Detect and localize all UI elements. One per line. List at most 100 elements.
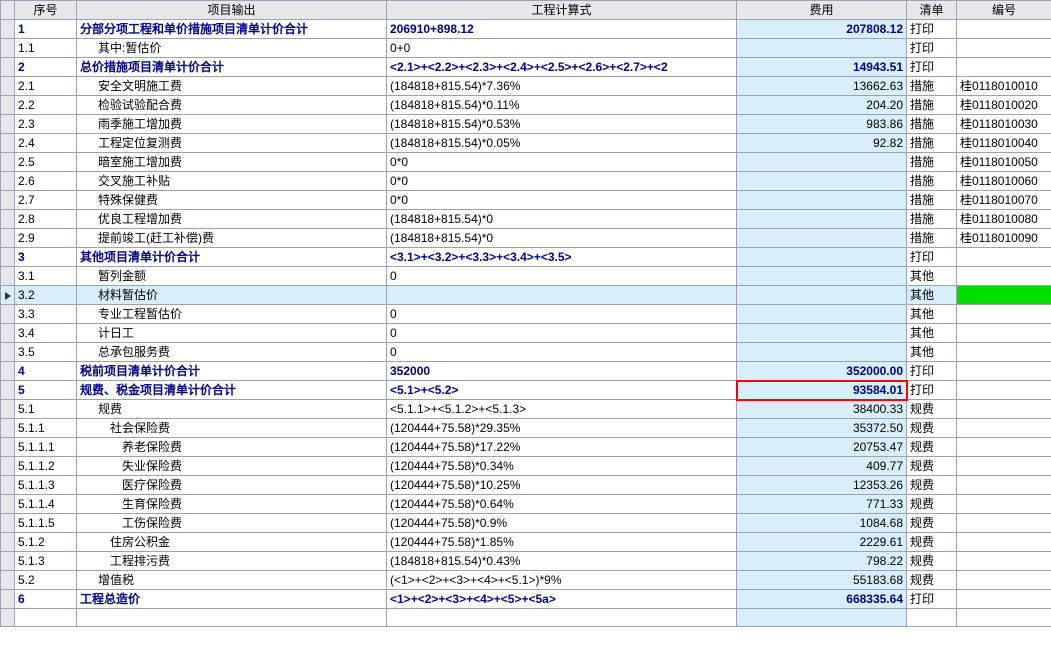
table-row[interactable]: 3.3专业工程暂估价0其他 <box>1 305 1051 324</box>
cell-expr[interactable]: (120444+75.58)*0.9% <box>387 514 737 533</box>
cell-fee[interactable]: 352000.00 <box>737 362 907 381</box>
cell-bill[interactable]: 措施 <box>907 229 957 248</box>
cell-code[interactable] <box>957 305 1051 324</box>
cell-bill[interactable]: 打印 <box>907 20 957 39</box>
cell-bill[interactable]: 规费 <box>907 495 957 514</box>
cell-bill[interactable]: 打印 <box>907 590 957 609</box>
cell-fee[interactable] <box>737 191 907 210</box>
cell-expr[interactable]: (184818+815.54)*7.36% <box>387 77 737 96</box>
table-row[interactable]: 5.1.1.4生育保险费(120444+75.58)*0.64%771.33规费 <box>1 495 1051 514</box>
cell-output[interactable]: 计日工 <box>77 324 387 343</box>
cell-output[interactable]: 医疗保险费 <box>77 476 387 495</box>
cell-output[interactable]: 工程总造价 <box>77 590 387 609</box>
cell-seq[interactable]: 2.3 <box>15 115 77 134</box>
cell-output[interactable]: 总价措施项目清单计价合计 <box>77 58 387 77</box>
cell-expr[interactable]: (184818+815.54)*0.05% <box>387 134 737 153</box>
row-gutter[interactable] <box>1 58 15 77</box>
cell-bill[interactable]: 规费 <box>907 514 957 533</box>
cell-seq[interactable]: 3 <box>15 248 77 267</box>
cell-seq[interactable]: 2.9 <box>15 229 77 248</box>
cell-seq[interactable]: 2.7 <box>15 191 77 210</box>
cell-expr[interactable]: (120444+75.58)*10.25% <box>387 476 737 495</box>
row-gutter[interactable] <box>1 381 15 400</box>
cell-bill[interactable]: 规费 <box>907 571 957 590</box>
cell-fee[interactable]: 1084.68 <box>737 514 907 533</box>
row-gutter[interactable] <box>1 191 15 210</box>
cell-expr[interactable]: 0*0 <box>387 172 737 191</box>
cell-code[interactable] <box>957 381 1051 400</box>
cell-bill[interactable]: 规费 <box>907 476 957 495</box>
row-gutter[interactable] <box>1 305 15 324</box>
cell-output[interactable]: 分部分项工程和单价措施项目清单计价合计 <box>77 20 387 39</box>
cell-output[interactable]: 工程定位复测费 <box>77 134 387 153</box>
cell-expr[interactable]: 0+0 <box>387 39 737 58</box>
cell-seq[interactable]: 2 <box>15 58 77 77</box>
cell-fee[interactable]: 2229.61 <box>737 533 907 552</box>
row-gutter[interactable] <box>1 495 15 514</box>
table-row[interactable]: 5.1.1社会保险费(120444+75.58)*29.35%35372.50规… <box>1 419 1051 438</box>
row-gutter[interactable] <box>1 77 15 96</box>
cell-fee[interactable]: 55183.68 <box>737 571 907 590</box>
cell-output[interactable]: 规费 <box>77 400 387 419</box>
cell-code[interactable] <box>957 248 1051 267</box>
table-row[interactable]: 3.5总承包服务费0其他 <box>1 343 1051 362</box>
table-row[interactable]: 4税前项目清单计价合计352000352000.00打印 <box>1 362 1051 381</box>
row-gutter[interactable] <box>1 153 15 172</box>
cell-seq[interactable]: 3.4 <box>15 324 77 343</box>
cell-code[interactable] <box>957 343 1051 362</box>
cell-output[interactable]: 雨季施工增加费 <box>77 115 387 134</box>
cell-expr[interactable]: (120444+75.58)*17.22% <box>387 438 737 457</box>
table-row[interactable]: 2总价措施项目清单计价合计<2.1>+<2.2>+<2.3>+<2.4>+<2.… <box>1 58 1051 77</box>
cell-expr[interactable]: (184818+815.54)*0.11% <box>387 96 737 115</box>
row-gutter[interactable] <box>1 514 15 533</box>
cell-bill[interactable]: 其他 <box>907 267 957 286</box>
table-row[interactable]: 2.4工程定位复测费(184818+815.54)*0.05%92.82措施桂0… <box>1 134 1051 153</box>
cell-expr[interactable]: 0*0 <box>387 191 737 210</box>
cell-output[interactable]: 交叉施工补贴 <box>77 172 387 191</box>
row-gutter[interactable] <box>1 20 15 39</box>
cell-output[interactable]: 总承包服务费 <box>77 343 387 362</box>
cell-code[interactable] <box>957 552 1051 571</box>
table-row[interactable]: 3.4计日工0其他 <box>1 324 1051 343</box>
cell-expr[interactable] <box>387 609 737 627</box>
cell-output[interactable]: 社会保险费 <box>77 419 387 438</box>
header-bill[interactable]: 清单 <box>907 1 957 20</box>
cell-seq[interactable]: 3.3 <box>15 305 77 324</box>
table-row[interactable]: 5.1.1.5工伤保险费(120444+75.58)*0.9%1084.68规费 <box>1 514 1051 533</box>
row-gutter[interactable] <box>1 286 15 305</box>
cell-code[interactable] <box>957 58 1051 77</box>
cell-fee[interactable] <box>737 210 907 229</box>
cell-code[interactable] <box>957 609 1051 627</box>
cell-expr[interactable] <box>387 286 737 305</box>
cell-expr[interactable]: <5.1.1>+<5.1.2>+<5.1.3> <box>387 400 737 419</box>
cell-fee[interactable]: 12353.26 <box>737 476 907 495</box>
row-gutter[interactable] <box>1 172 15 191</box>
table-row[interactable]: 2.9提前竣工(赶工补偿)费(184818+815.54)*0措施桂011801… <box>1 229 1051 248</box>
cell-fee[interactable]: 204.20 <box>737 96 907 115</box>
cell-bill[interactable]: 措施 <box>907 134 957 153</box>
cell-output[interactable]: 安全文明施工费 <box>77 77 387 96</box>
table-row[interactable]: 2.8优良工程增加费(184818+815.54)*0措施桂0118010080 <box>1 210 1051 229</box>
row-gutter[interactable] <box>1 134 15 153</box>
cell-bill[interactable]: 规费 <box>907 552 957 571</box>
cell-bill[interactable]: 规费 <box>907 533 957 552</box>
cell-expr[interactable]: 0 <box>387 267 737 286</box>
row-gutter[interactable] <box>1 400 15 419</box>
cell-bill[interactable]: 打印 <box>907 381 957 400</box>
row-gutter[interactable] <box>1 343 15 362</box>
header-fee[interactable]: 费用 <box>737 1 907 20</box>
cell-expr[interactable]: (184818+815.54)*0.53% <box>387 115 737 134</box>
cell-bill[interactable]: 规费 <box>907 400 957 419</box>
row-gutter[interactable] <box>1 590 15 609</box>
cell-bill[interactable]: 其他 <box>907 343 957 362</box>
header-out[interactable]: 项目输出 <box>77 1 387 20</box>
row-gutter[interactable] <box>1 533 15 552</box>
cell-fee[interactable]: 35372.50 <box>737 419 907 438</box>
cell-seq[interactable]: 2.1 <box>15 77 77 96</box>
cell-seq[interactable]: 5.1.1.2 <box>15 457 77 476</box>
table-row[interactable]: 2.5暗室施工增加费0*0措施桂0118010050 <box>1 153 1051 172</box>
table-row[interactable]: 3.2材料暂估价其他 <box>1 286 1051 305</box>
cell-output[interactable]: 增值税 <box>77 571 387 590</box>
cell-seq[interactable]: 1.1 <box>15 39 77 58</box>
table-row[interactable]: 5.1.1.2失业保险费(120444+75.58)*0.34%409.77规费 <box>1 457 1051 476</box>
